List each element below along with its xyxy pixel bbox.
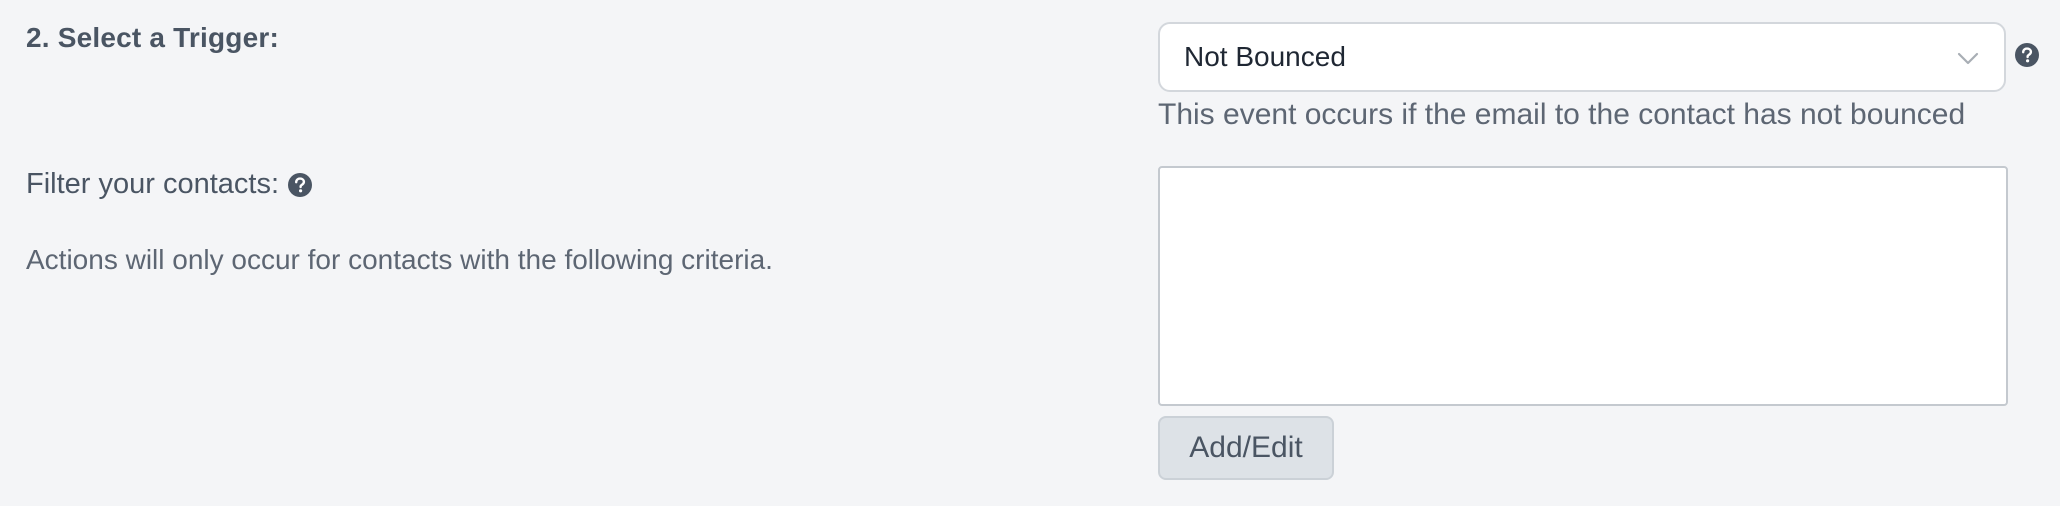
chevron-down-icon — [1957, 52, 1979, 65]
filter-label: Filter your contacts: — [26, 168, 280, 200]
filter-info-text: Actions will only occur for contacts wit… — [26, 244, 773, 275]
trigger-select-value: Not Bounced — [1184, 41, 1346, 72]
filter-criteria-box[interactable] — [1158, 166, 2008, 406]
trigger-description: This event occurs if the email to the co… — [1158, 98, 1966, 131]
filter-label-row: Filter your contacts: — [26, 168, 313, 201]
add-edit-button[interactable]: Add/Edit — [1158, 416, 1334, 480]
filter-help-icon[interactable] — [287, 172, 313, 198]
trigger-select[interactable]: Not Bounced — [1158, 22, 2006, 92]
trigger-help-icon[interactable] — [2014, 42, 2040, 68]
section-title: 2. Select a Trigger: — [26, 22, 279, 53]
